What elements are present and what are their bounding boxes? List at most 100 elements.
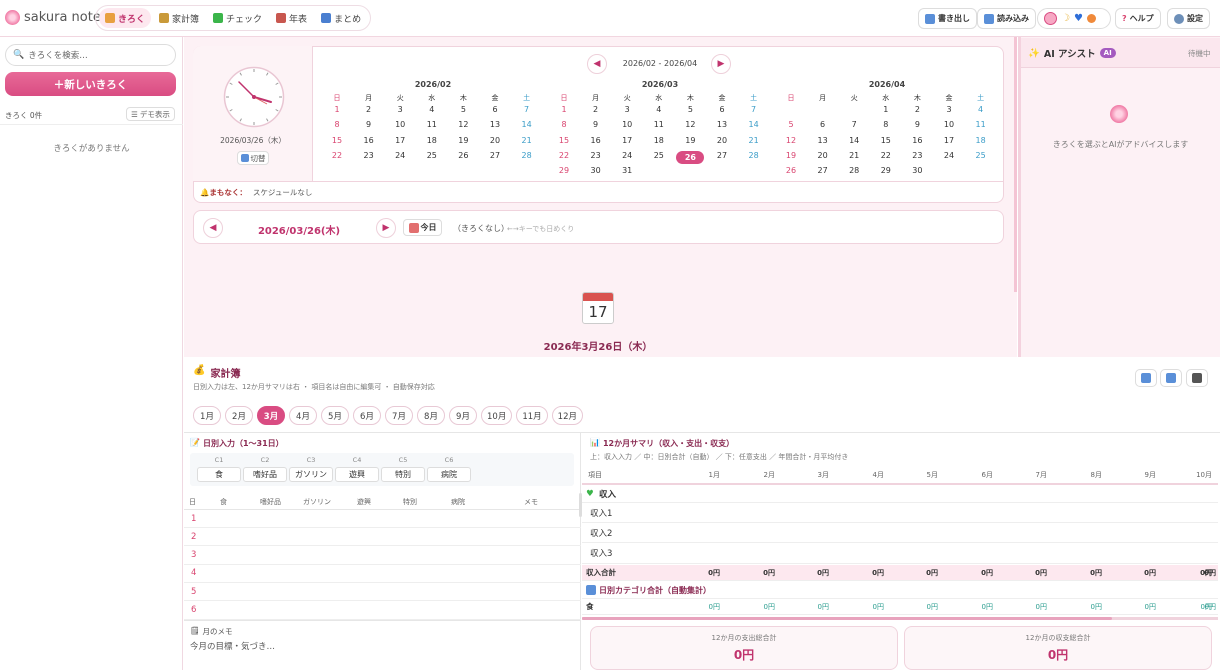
day-cell[interactable]: 3 [613,105,641,114]
table-row[interactable]: 6 [184,602,581,620]
memo-textarea[interactable]: 今月の目標・気づき… [190,640,275,652]
table-row[interactable]: 2 [184,528,581,547]
tab-3[interactable]: 年表 [270,8,313,28]
moon-theme-icon[interactable]: ☽ [1061,13,1070,24]
day-cell[interactable]: 9 [903,120,931,129]
month-tab[interactable]: 12月 [551,406,583,425]
day-cell[interactable]: 30 [582,166,610,175]
day-cell[interactable]: 12 [777,136,805,145]
day-cell[interactable]: 24 [935,151,963,160]
day-cell[interactable]: 17 [386,136,414,145]
day-cell[interactable]: 27 [708,151,736,160]
category-name-input[interactable]: 嗜好品 [243,467,287,482]
day-cell[interactable]: 1 [323,105,351,114]
day-cell[interactable]: 23 [582,151,610,160]
search-input[interactable]: 🔍 きろくを検索… [5,44,176,66]
day-cell[interactable]: 4 [645,105,673,114]
day-cell[interactable]: 13 [481,120,509,129]
month-tab[interactable]: 3月 [257,406,285,425]
day-cell[interactable]: 22 [323,151,351,160]
day-cell[interactable]: 3 [935,105,963,114]
day-cell[interactable]: 4 [418,105,446,114]
kakeibo-export-button[interactable] [1135,369,1157,387]
day-cell[interactable]: 26 [777,166,805,175]
day-cell[interactable]: 10 [935,120,963,129]
day-cell[interactable]: 26 [449,151,477,160]
day-cell[interactable]: 16 [355,136,383,145]
day-cell[interactable]: 10 [386,120,414,129]
table-row[interactable]: 4 [184,565,581,583]
day-cell[interactable]: 13 [809,136,837,145]
import-button[interactable]: 読み込み [977,8,1036,29]
day-cell[interactable]: 17 [935,136,963,145]
theme-switcher[interactable]: ☽ ♥ [1037,8,1111,29]
orange-theme-icon[interactable] [1086,14,1096,23]
month-tab[interactable]: 6月 [353,406,381,425]
tab-2[interactable]: チェック [207,8,268,28]
day-cell[interactable]: 29 [872,166,900,175]
day-cell[interactable]: 9 [582,120,610,129]
income-row[interactable]: 収入1 [582,503,1218,523]
income-row[interactable]: 収入3 [582,544,1218,564]
category-name-input[interactable]: 病院 [427,467,471,482]
day-cell[interactable]: 20 [708,136,736,145]
app-logo[interactable]: sakura note [5,10,101,25]
day-cell[interactable]: 14 [513,120,541,129]
table-row[interactable]: 5 [184,583,581,602]
day-cell[interactable]: 18 [645,136,673,145]
blue-heart-theme-icon[interactable]: ♥ [1074,13,1083,24]
export-button[interactable]: 書き出し [918,8,977,29]
day-cell[interactable]: 21 [740,136,768,145]
day-cell[interactable]: 20 [481,136,509,145]
day-cell[interactable]: 19 [777,151,805,160]
day-cell[interactable]: 15 [323,136,351,145]
day-cell[interactable]: 23 [355,151,383,160]
day-cell[interactable]: 4 [967,105,995,114]
day-cell[interactable]: 2 [355,105,383,114]
day-cell[interactable]: 5 [777,120,805,129]
day-cell[interactable]: 24 [386,151,414,160]
day-cell[interactable]: 23 [903,151,931,160]
day-cell[interactable]: 31 [613,166,641,175]
sakura-theme-icon[interactable] [1044,12,1057,25]
day-cell[interactable]: 7 [840,120,868,129]
day-cell[interactable]: 15 [872,136,900,145]
day-cell[interactable]: 7 [740,105,768,114]
day-cell[interactable]: 13 [708,120,736,129]
day-cell[interactable]: 25 [418,151,446,160]
day-cell[interactable]: 11 [418,120,446,129]
category-name-input[interactable]: 食 [197,467,241,482]
day-cell[interactable]: 12 [449,120,477,129]
table-row[interactable]: 3 [184,547,581,565]
month-tab[interactable]: 10月 [481,406,513,425]
day-cell[interactable]: 28 [740,151,768,160]
day-cell[interactable]: 8 [872,120,900,129]
print-button[interactable] [1186,369,1208,387]
day-cell[interactable]: 5 [449,105,477,114]
kakeibo-import-button[interactable] [1160,369,1182,387]
day-cell[interactable]: 15 [550,136,578,145]
day-cell[interactable]: 20 [809,151,837,160]
day-next-button[interactable]: ▶ [376,218,396,238]
day-prev-button[interactable]: ◀ [203,218,223,238]
clock-toggle-button[interactable]: 切替 [237,151,269,165]
day-cell[interactable]: 18 [967,136,995,145]
month-tab[interactable]: 11月 [516,406,548,425]
day-cell[interactable]: 12 [676,120,704,129]
day-cell[interactable]: 7 [513,105,541,114]
day-cell[interactable]: 18 [418,136,446,145]
day-cell[interactable]: 25 [645,151,673,160]
day-cell[interactable]: 27 [481,151,509,160]
day-cell[interactable]: 27 [809,166,837,175]
month-tab[interactable]: 1月 [193,406,221,425]
cal-next-button[interactable]: ▶ [711,54,731,74]
table-row[interactable]: 1 [184,510,581,528]
day-cell[interactable]: 1 [872,105,900,114]
day-cell[interactable]: 8 [550,120,578,129]
tab-0[interactable]: きろく [99,8,152,28]
day-cell[interactable]: 8 [323,120,351,129]
settings-button[interactable]: 設定 [1167,8,1210,29]
day-cell[interactable]: 2 [903,105,931,114]
day-cell[interactable]: 1 [550,105,578,114]
day-cell[interactable]: 30 [903,166,931,175]
